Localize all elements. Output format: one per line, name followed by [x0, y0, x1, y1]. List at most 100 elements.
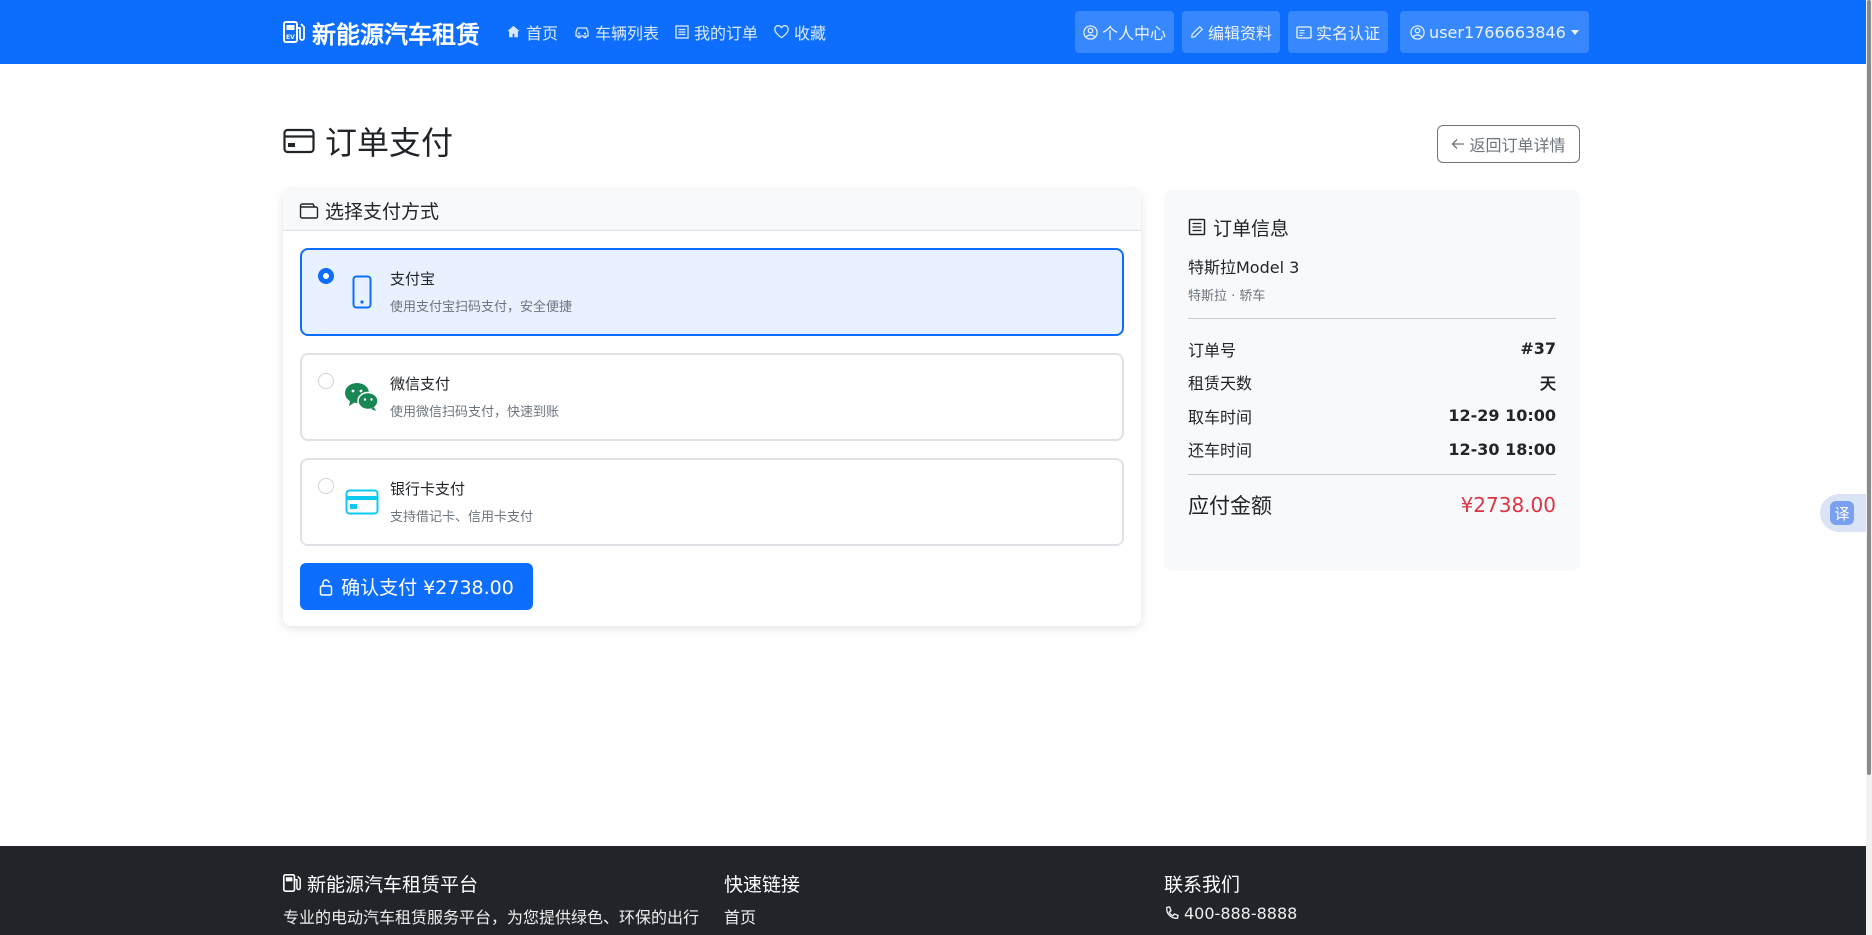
order-total: 应付金额 ¥2738.00: [1188, 485, 1556, 525]
list-icon: [675, 25, 689, 39]
nav-link-label: 车辆列表: [595, 24, 660, 43]
payment-option-alipay[interactable]: 支付宝 使用支付宝扫码支付，安全便捷: [300, 248, 1124, 336]
order-row-number: 订单号 #37: [1188, 332, 1556, 366]
page-title-text: 订单支付: [325, 124, 454, 162]
option-title: 微信支付: [390, 375, 451, 393]
house-icon: [507, 25, 520, 38]
translate-widget[interactable]: 译: [1820, 494, 1872, 532]
car-meta: 特斯拉 · 轿车: [1188, 289, 1266, 304]
order-detail-rows: 订单号 #37 租赁天数 天 取车时间 12-29 10:00 还车时间 12-…: [1188, 332, 1556, 466]
row-value: 12-30 18:00: [1448, 439, 1556, 459]
payment-option-bankcard[interactable]: 银行卡支付 支持借记卡、信用卡支付: [300, 458, 1124, 546]
nav-link-orders[interactable]: 我的订单: [675, 20, 758, 44]
payment-card-header: 选择支付方式: [283, 190, 1141, 231]
footer-about-title: 新能源汽车租赁平台: [283, 870, 699, 896]
payment-option-wechat[interactable]: 微信支付 使用微信扫码支付，快速到账: [300, 353, 1124, 441]
order-info-card: 订单信息 特斯拉Model 3 特斯拉 · 轿车 订单号 #37 租赁天数 天 …: [1164, 190, 1580, 571]
scrollbar[interactable]: [1866, 0, 1872, 935]
footer-link-home[interactable]: 首页: [724, 904, 800, 928]
nav-right: 个人中心 编辑资料 实名认证 user1766663846: [1075, 11, 1589, 53]
person-circle-icon: [1083, 24, 1098, 40]
option-title: 支付宝: [390, 270, 436, 288]
id-card-icon: [1296, 25, 1312, 39]
nav-link-favorites[interactable]: 收藏: [774, 20, 826, 44]
user-dropdown[interactable]: user1766663846: [1400, 11, 1589, 53]
username: user1766663846: [1429, 22, 1566, 42]
phone-icon: [1166, 906, 1179, 919]
row-value: 天: [1539, 374, 1556, 394]
page-title: 订单支付: [283, 120, 453, 162]
payment-header-text: 选择支付方式: [325, 200, 440, 223]
brand-title: 新能源汽车租赁: [312, 20, 480, 49]
car-name: 特斯拉Model 3: [1188, 258, 1300, 277]
nav-edit-profile-button[interactable]: 编辑资料: [1182, 11, 1281, 53]
nav-link-label: 首页: [526, 24, 559, 43]
nav-link-label: 收藏: [794, 24, 827, 43]
order-info-title-text: 订单信息: [1213, 217, 1290, 240]
car-icon: [575, 27, 589, 39]
footer-about: 新能源汽车租赁平台 专业的电动汽车租赁服务平台，为您提供绿色、环保的出行: [283, 870, 699, 928]
receipt-icon: [1188, 218, 1206, 236]
nav-profile-button[interactable]: 个人中心: [1075, 11, 1175, 53]
ev-station-icon: EV: [283, 21, 305, 43]
order-row-return: 还车时间 12-30 18:00: [1188, 433, 1556, 467]
radio-wechat[interactable]: [318, 373, 334, 389]
nav-pill-label: 编辑资料: [1208, 24, 1273, 43]
footer-contact-title: 联系我们: [1164, 873, 1241, 896]
phone-icon: [342, 272, 382, 312]
scrollbar-thumb[interactable]: [1867, 0, 1871, 775]
row-label: 还车时间: [1188, 441, 1253, 461]
brand[interactable]: EV 新能源汽车租赁: [283, 14, 480, 50]
nav-links: 首页 车辆列表 我的订单 收藏: [506, 20, 842, 44]
radio-bankcard[interactable]: [318, 478, 334, 494]
footer: 新能源汽车租赁平台 专业的电动汽车租赁服务平台，为您提供绿色、环保的出行 快速链…: [0, 846, 1866, 935]
footer-contact: 联系我们 400-888-8888: [1164, 870, 1297, 924]
order-info-title: 订单信息: [1188, 214, 1556, 240]
back-button-label: 返回订单详情: [1469, 136, 1566, 155]
option-desc: 支持借记卡、信用卡支付: [390, 510, 534, 525]
wechat-icon: [342, 377, 382, 417]
nav-link-home[interactable]: 首页: [506, 20, 558, 44]
total-amount: ¥2738.00: [1460, 493, 1556, 517]
row-value: #37: [1520, 339, 1556, 359]
lock-icon: [319, 578, 333, 596]
divider: [1188, 318, 1556, 319]
translate-icon: 译: [1830, 501, 1854, 525]
credit-card-icon: [283, 128, 315, 154]
option-desc: 使用微信扫码支付，快速到账: [390, 405, 560, 420]
divider: [1188, 474, 1556, 475]
footer-phone-text: 400-888-8888: [1184, 904, 1298, 923]
confirm-button-label: 确认支付 ¥2738.00: [341, 577, 514, 599]
radio-alipay[interactable]: [318, 268, 334, 284]
heart-icon: [774, 25, 789, 39]
back-to-order-button[interactable]: 返回订单详情: [1437, 125, 1580, 163]
footer-links-title: 快速链接: [724, 873, 801, 896]
pencil-icon: [1191, 25, 1204, 38]
order-row-days: 租赁天数 天: [1188, 366, 1556, 400]
arrow-left-icon: [1452, 139, 1465, 149]
wallet-icon: [299, 202, 319, 219]
svg-text:EV: EV: [286, 34, 295, 41]
row-value: 12-29 10:00: [1448, 406, 1556, 426]
payment-card: 选择支付方式 支付宝 使用支付宝扫码支付，安全便捷 微信支付 使用微信扫码支付，…: [283, 190, 1141, 626]
row-label: 取车时间: [1188, 407, 1253, 427]
person-circle-icon: [1410, 24, 1425, 40]
footer-about-title-text: 新能源汽车租赁平台: [307, 873, 479, 896]
nav-verify-button[interactable]: 实名认证: [1288, 11, 1389, 53]
confirm-payment-button[interactable]: 确认支付 ¥2738.00: [300, 563, 533, 610]
order-row-pickup: 取车时间 12-29 10:00: [1188, 399, 1556, 433]
row-label: 订单号: [1188, 340, 1237, 360]
footer-phone: 400-888-8888: [1164, 904, 1297, 923]
total-label: 应付金额: [1188, 494, 1272, 518]
nav-pill-label: 实名认证: [1316, 24, 1381, 43]
nav-pill-label: 个人中心: [1102, 24, 1167, 43]
navbar: EV 新能源汽车租赁 首页 车辆列表 我的订单 收藏 个人中心 编辑资料 实名认…: [0, 0, 1866, 64]
nav-link-label: 我的订单: [694, 24, 759, 43]
row-label: 租赁天数: [1188, 374, 1253, 394]
credit-card-icon: [342, 482, 382, 522]
footer-about-text: 专业的电动汽车租赁服务平台，为您提供绿色、环保的出行: [283, 908, 700, 927]
footer-links: 快速链接 首页: [724, 870, 800, 928]
option-desc: 使用支付宝扫码支付，安全便捷: [390, 300, 573, 315]
nav-link-cars[interactable]: 车辆列表: [574, 20, 659, 44]
ev-station-icon: [283, 874, 301, 892]
